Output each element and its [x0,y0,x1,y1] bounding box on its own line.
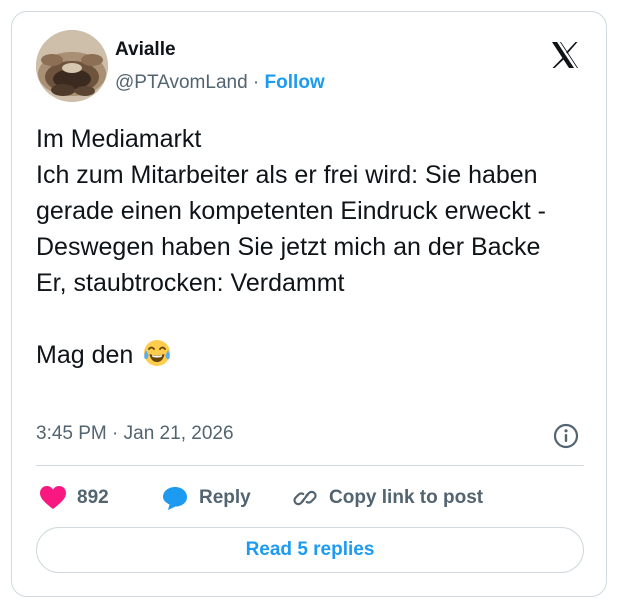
tweet-text: Im Mediamarkt Ich zum Mitarbeiter als er… [36,125,547,369]
link-icon [293,490,317,506]
read-replies-button[interactable]: Read 5 replies [36,527,584,573]
face-with-tears-of-joy-icon [142,338,172,368]
handle-separator: · [247,72,265,93]
follow-button[interactable]: Follow [265,72,325,93]
reply-button[interactable]: Reply [161,484,251,512]
heart-icon [40,486,66,509]
copy-link-label: Copy link to post [329,487,484,508]
reply-bubble-icon [163,487,187,510]
tweet-card: Avialle @PTAvomLand · Follow Im Mediamar… [11,11,607,597]
avatar[interactable] [36,30,108,102]
like-count: 892 [77,487,109,508]
author-name[interactable]: Avialle [115,39,176,61]
like-button[interactable]: 892 [39,484,109,512]
copy-link-button[interactable]: Copy link to post [291,484,483,512]
author-handle-row: @PTAvomLand · Follow [115,71,325,95]
timestamp[interactable]: 3:45 PM · Jan 21, 2026 [36,422,234,446]
info-icon[interactable] [553,423,579,449]
author-handle[interactable]: @PTAvomLand [115,72,248,93]
reply-label: Reply [199,487,251,508]
tweet-body: Im Mediamarkt Ich zum Mitarbeiter als er… [36,121,586,373]
divider [36,465,584,466]
x-logo-icon[interactable] [549,39,581,71]
read-replies-label: Read 5 replies [245,539,375,560]
